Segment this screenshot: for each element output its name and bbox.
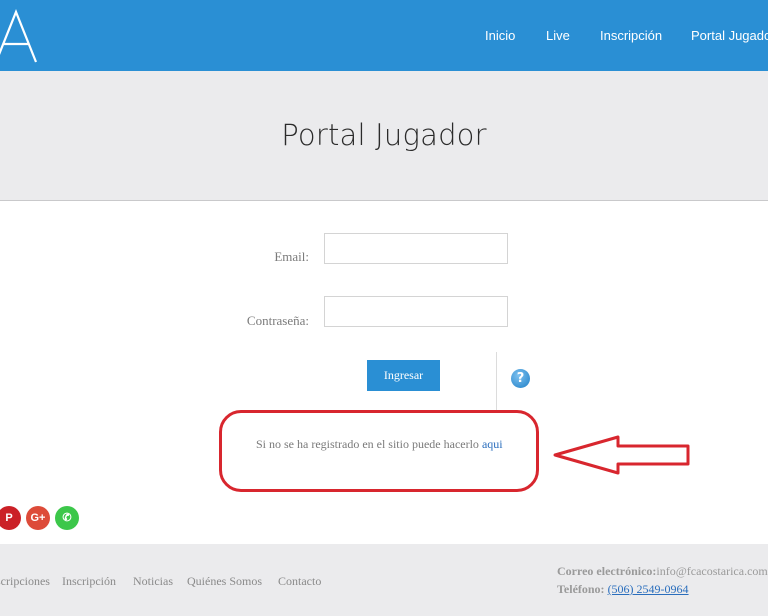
- footer-link-quienes-somos[interactable]: Quiénes Somos: [187, 574, 262, 589]
- password-label: Contraseña:: [246, 313, 309, 328]
- whatsapp-icon[interactable]: ✆: [55, 506, 79, 530]
- footer-link-noticias[interactable]: Noticias: [133, 574, 173, 589]
- footer-phone-label: Teléfono:: [557, 582, 605, 596]
- pinterest-icon[interactable]: P: [0, 506, 21, 530]
- footer-link-inscripcion[interactable]: Inscripción: [62, 574, 116, 589]
- email-input[interactable]: [324, 233, 508, 264]
- footer-email-value[interactable]: info@fcacostarica.com: [656, 564, 767, 578]
- nav-portal-jugador[interactable]: Portal Jugador: [691, 28, 768, 43]
- google-plus-icon[interactable]: G+: [26, 506, 50, 530]
- annotation-highlight-box: [219, 410, 539, 492]
- page-title-band: Portal Jugador: [0, 71, 768, 201]
- login-button[interactable]: Ingresar: [367, 360, 440, 391]
- footer-link-contacto[interactable]: Contacto: [278, 574, 321, 589]
- footer-email-label: Correo electrónico:: [557, 564, 657, 578]
- password-input[interactable]: [324, 296, 508, 327]
- footer-link-inscripciones[interactable]: Inscripciones: [0, 574, 50, 589]
- nav-live[interactable]: Live: [546, 28, 570, 43]
- page-title: Portal Jugador: [281, 118, 487, 152]
- footer-email: Correo electrónico:info@fcacostarica.com: [557, 564, 768, 579]
- vertical-divider: [496, 352, 497, 410]
- help-icon[interactable]: ?: [511, 369, 530, 388]
- footer-phone-value[interactable]: (506) 2549-0964: [608, 582, 689, 596]
- footer-phone: Teléfono: (506) 2549-0964: [557, 582, 689, 597]
- main-nav: Inicio Live Inscripción Portal Jugador: [0, 0, 768, 71]
- site-header: Inicio Live Inscripción Portal Jugador: [0, 0, 768, 71]
- nav-inscripcion[interactable]: Inscripción: [600, 28, 662, 43]
- annotation-arrow-icon: [553, 435, 690, 475]
- nav-inicio[interactable]: Inicio: [485, 28, 515, 43]
- email-label: Email:: [274, 249, 309, 264]
- site-footer: Inscripciones Inscripción Noticias Quién…: [0, 544, 768, 616]
